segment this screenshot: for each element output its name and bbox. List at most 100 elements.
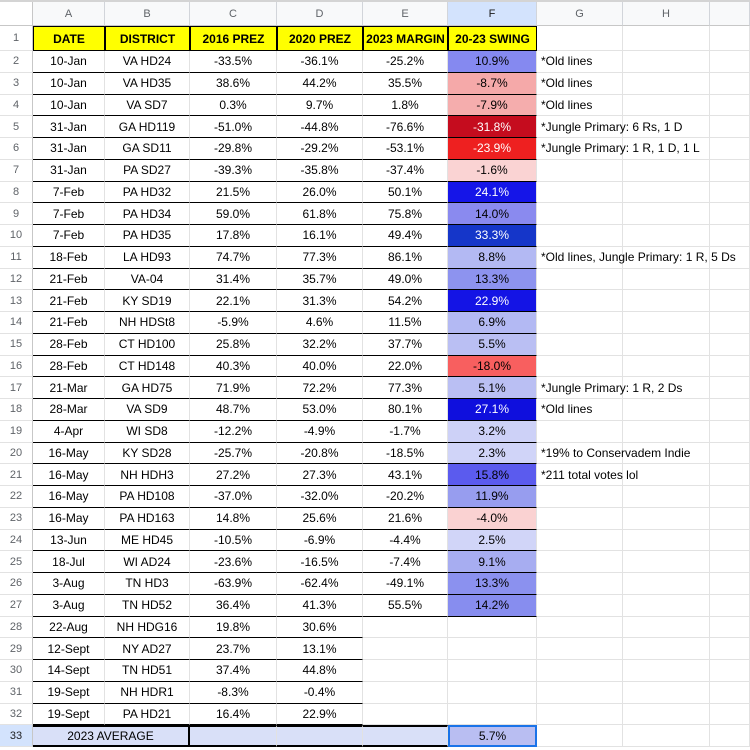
header-date[interactable]: DATE: [33, 26, 105, 51]
cell-2016-prez[interactable]: -29.8%: [190, 138, 277, 160]
cell-date[interactable]: 13-Jun: [33, 529, 105, 552]
cell-date[interactable]: 21-Mar: [33, 377, 105, 399]
cell-2016-prez[interactable]: 74.7%: [190, 246, 277, 269]
cell-2016-prez[interactable]: 59.0%: [190, 203, 277, 225]
cell-2020-prez[interactable]: 77.3%: [277, 246, 363, 269]
row-number[interactable]: 13: [0, 290, 33, 312]
cell-2020-prez[interactable]: 41.3%: [277, 594, 363, 617]
row-number[interactable]: 14: [0, 312, 33, 334]
cell-2023-margin[interactable]: 50.1%: [363, 181, 448, 204]
header-2016-prez[interactable]: 2016 PREZ: [190, 26, 277, 51]
cell-empty[interactable]: [623, 116, 710, 138]
cell-date[interactable]: 10-Jan: [33, 51, 105, 73]
cell-swing[interactable]: 14.2%: [448, 594, 537, 617]
cell-2023-margin[interactable]: [363, 681, 448, 704]
cell-note[interactable]: [537, 268, 623, 291]
row-number[interactable]: 30: [0, 660, 33, 682]
cell-2023-margin[interactable]: 21.6%: [363, 507, 448, 530]
row-number[interactable]: 3: [0, 72, 33, 95]
cell-date[interactable]: 18-Jul: [33, 551, 105, 573]
cell-2020-prez[interactable]: -0.4%: [277, 681, 363, 704]
cell-date[interactable]: 7-Feb: [33, 203, 105, 225]
cell-empty[interactable]: [623, 638, 710, 660]
row-number[interactable]: 20: [0, 442, 33, 465]
average-swing-cell-selected[interactable]: 5.7%: [448, 725, 537, 748]
header-district[interactable]: DISTRICT: [105, 26, 190, 51]
cell-date[interactable]: 28-Feb: [33, 355, 105, 378]
cell-swing[interactable]: 5.1%: [448, 377, 537, 399]
cell-note[interactable]: [537, 290, 623, 312]
cell-district[interactable]: TN HD3: [105, 573, 190, 595]
cell-2020-prez[interactable]: 13.1%: [277, 638, 363, 660]
cell-empty[interactable]: [537, 26, 623, 51]
cell-swing[interactable]: -4.0%: [448, 507, 537, 530]
row-number[interactable]: 8: [0, 181, 33, 204]
cell-2016-prez[interactable]: 16.4%: [190, 703, 277, 726]
cell-date[interactable]: 7-Feb: [33, 181, 105, 204]
cell-district[interactable]: TN HD51: [105, 660, 190, 682]
cell-district[interactable]: TN HD52: [105, 594, 190, 617]
cell-2020-prez[interactable]: -35.8%: [277, 159, 363, 182]
cell-2020-prez[interactable]: 22.9%: [277, 703, 363, 726]
cell-district[interactable]: PA HD35: [105, 225, 190, 247]
cell-2023-margin[interactable]: -37.4%: [363, 159, 448, 182]
cell-district[interactable]: VA SD7: [105, 94, 190, 117]
cell-empty[interactable]: [623, 225, 710, 247]
cell-date[interactable]: 21-Feb: [33, 312, 105, 334]
row-number[interactable]: 7: [0, 159, 33, 182]
cell-2016-prez[interactable]: 71.9%: [190, 377, 277, 399]
column-header-b[interactable]: B: [105, 2, 190, 26]
cell-2023-margin[interactable]: -20.2%: [363, 486, 448, 508]
cell-swing[interactable]: [448, 703, 537, 726]
cell-note[interactable]: [537, 333, 623, 356]
cell-date[interactable]: 28-Mar: [33, 399, 105, 421]
cell-2023-margin[interactable]: 35.5%: [363, 72, 448, 95]
cell-swing[interactable]: [448, 660, 537, 682]
cell-empty[interactable]: [623, 681, 710, 704]
cell-2016-prez[interactable]: -8.3%: [190, 681, 277, 704]
cell-swing[interactable]: -18.0%: [448, 355, 537, 378]
cell-note[interactable]: [537, 203, 623, 225]
cell-2020-prez[interactable]: 16.1%: [277, 225, 363, 247]
cell-note[interactable]: *Jungle Primary: 1 R, 2 Ds: [537, 377, 682, 399]
cell-empty[interactable]: [623, 72, 710, 95]
cell-2016-prez[interactable]: -63.9%: [190, 573, 277, 595]
cell-swing[interactable]: 24.1%: [448, 181, 537, 204]
row-number[interactable]: 22: [0, 486, 33, 508]
cell-empty[interactable]: [623, 703, 710, 726]
cell-note[interactable]: *Jungle Primary: 1 R, 1 D, 1 L: [537, 138, 700, 160]
cell-2016-prez[interactable]: 17.8%: [190, 225, 277, 247]
cell-date[interactable]: 31-Jan: [33, 138, 105, 160]
cell-district[interactable]: NH HDSt8: [105, 312, 190, 334]
cell-empty[interactable]: [623, 486, 710, 508]
row-number[interactable]: 33: [0, 725, 33, 748]
cell-district[interactable]: PA SD27: [105, 159, 190, 182]
cell-empty[interactable]: [363, 725, 448, 748]
cell-2016-prez[interactable]: -37.0%: [190, 486, 277, 508]
cell-empty[interactable]: [623, 725, 710, 748]
cell-empty[interactable]: [623, 442, 710, 465]
cell-swing[interactable]: -1.6%: [448, 159, 537, 182]
cell-note[interactable]: [537, 486, 623, 508]
cell-empty[interactable]: [623, 181, 710, 204]
cell-district[interactable]: KY SD19: [105, 290, 190, 312]
cell-empty[interactable]: [623, 26, 710, 51]
cell-date[interactable]: 28-Feb: [33, 333, 105, 356]
cell-note[interactable]: *19% to Conservadem Indie: [537, 442, 690, 465]
cell-district[interactable]: PA HD108: [105, 486, 190, 508]
cell-empty[interactable]: [623, 51, 710, 73]
row-number[interactable]: 29: [0, 638, 33, 660]
column-header-g[interactable]: G: [537, 2, 623, 26]
cell-swing[interactable]: 2.5%: [448, 529, 537, 552]
cell-swing[interactable]: 13.3%: [448, 268, 537, 291]
cell-note[interactable]: [537, 660, 623, 682]
cell-2020-prez[interactable]: 61.8%: [277, 203, 363, 225]
cell-2020-prez[interactable]: -44.8%: [277, 116, 363, 138]
cell-empty[interactable]: [623, 660, 710, 682]
cell-date[interactable]: 16-May: [33, 486, 105, 508]
cell-empty[interactable]: [537, 725, 623, 748]
column-header-f-selected[interactable]: F: [448, 2, 537, 26]
cell-empty[interactable]: [623, 399, 710, 421]
cell-2023-margin[interactable]: 1.8%: [363, 94, 448, 117]
cell-date[interactable]: 3-Aug: [33, 573, 105, 595]
